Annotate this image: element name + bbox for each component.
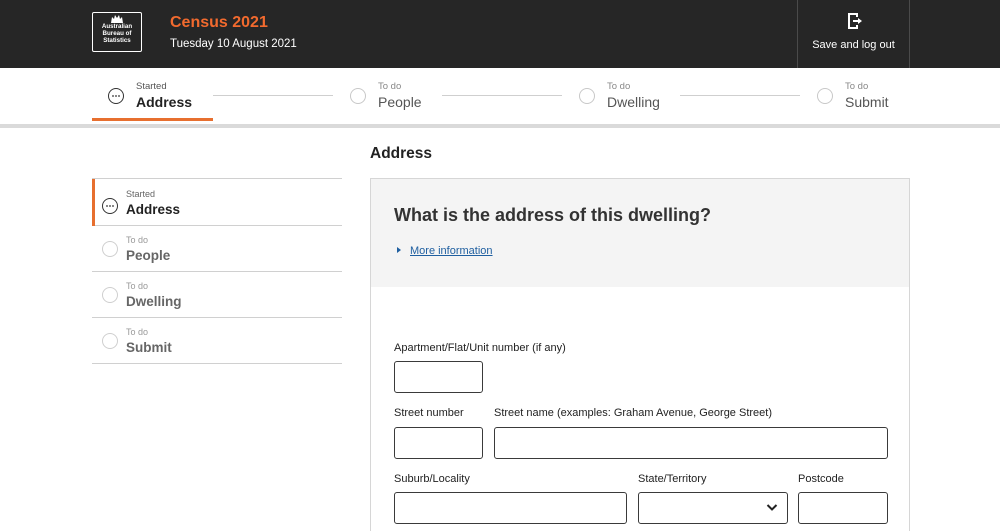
- sidebar-item-people[interactable]: To do People: [92, 226, 342, 272]
- step-status: To do: [845, 81, 869, 92]
- step-status: Started: [136, 81, 167, 92]
- step-connector: [442, 95, 562, 96]
- caret-right-icon: [397, 247, 401, 254]
- sidebar-item-label: People: [126, 248, 171, 263]
- question-header: What is the address of this dwelling? Mo…: [371, 179, 909, 287]
- save-logout-label: Save and log out: [812, 39, 895, 51]
- todo-circle-icon: [350, 88, 366, 104]
- logout-icon: [848, 13, 862, 29]
- in-progress-icon: [102, 198, 118, 214]
- question-text: What is the address of this dwelling?: [394, 205, 712, 225]
- sidebar-item-label: Dwelling: [126, 294, 182, 309]
- save-and-logout-button[interactable]: Save and log out: [797, 0, 910, 68]
- suburb-input[interactable]: [394, 492, 627, 524]
- sidebar-item-dwelling[interactable]: To do Dwelling: [92, 272, 342, 318]
- progress-stepper: Started Address To do People To do Dwell…: [0, 68, 1000, 128]
- todo-circle-icon: [102, 241, 118, 257]
- logo-text: Australian Bureau of Statistics: [93, 23, 141, 44]
- todo-circle-icon: [102, 287, 118, 303]
- todo-circle-icon: [579, 88, 595, 104]
- street-name-label: Street name (examples: Graham Avenue, Ge…: [494, 407, 772, 419]
- step-dwelling[interactable]: To do Dwelling: [579, 68, 674, 124]
- page-title: Address: [370, 145, 433, 162]
- in-progress-icon: [108, 88, 124, 104]
- step-status: To do: [378, 81, 402, 92]
- sidebar-item-status: To do: [126, 281, 149, 291]
- sidebar-item-status: Started: [126, 189, 156, 199]
- more-information-link[interactable]: More information: [410, 245, 493, 257]
- question-card: What is the address of this dwelling? Mo…: [370, 178, 910, 531]
- step-name: Address: [136, 94, 193, 110]
- unit-number-label: Apartment/Flat/Unit number (if any): [394, 342, 566, 354]
- postcode-label: Postcode: [798, 473, 844, 485]
- app-date: Tuesday 10 August 2021: [170, 38, 297, 50]
- street-name-input[interactable]: [494, 427, 888, 459]
- state-select[interactable]: [638, 492, 788, 524]
- step-people[interactable]: To do People: [350, 68, 440, 124]
- sidebar-item-label: Submit: [126, 340, 172, 355]
- todo-circle-icon: [817, 88, 833, 104]
- street-number-input[interactable]: [394, 427, 483, 459]
- top-header: Australian Bureau of Statistics Census 2…: [0, 0, 1000, 68]
- postcode-input[interactable]: [798, 492, 888, 524]
- logo-line: Statistics: [103, 36, 131, 44]
- abs-logo: Australian Bureau of Statistics: [92, 12, 142, 52]
- suburb-label: Suburb/Locality: [394, 473, 470, 485]
- state-label: State/Territory: [638, 473, 707, 485]
- sidebar-item-submit[interactable]: To do Submit: [92, 318, 342, 364]
- step-name: Dwelling: [607, 94, 660, 110]
- unit-number-input[interactable]: [394, 361, 483, 393]
- step-name: People: [378, 94, 422, 110]
- app-title: Census 2021: [170, 14, 268, 31]
- more-information-toggle[interactable]: More information: [397, 245, 493, 257]
- step-address[interactable]: Started Address: [108, 68, 213, 124]
- step-name: Submit: [845, 94, 889, 110]
- step-connector: [213, 95, 333, 96]
- sidebar-item-status: To do: [126, 327, 149, 337]
- sidebar-nav: Started Address To do People To do Dwell…: [92, 178, 342, 364]
- chevron-down-icon: [766, 504, 778, 511]
- step-connector: [680, 95, 800, 96]
- sidebar-item-label: Address: [126, 202, 181, 217]
- street-number-label: Street number: [394, 407, 464, 419]
- sidebar-item-address[interactable]: Started Address: [92, 178, 342, 226]
- todo-circle-icon: [102, 333, 118, 349]
- step-submit[interactable]: To do Submit: [817, 68, 897, 124]
- sidebar-item-status: To do: [126, 235, 149, 245]
- step-status: To do: [607, 81, 631, 92]
- active-step-indicator: [92, 118, 213, 121]
